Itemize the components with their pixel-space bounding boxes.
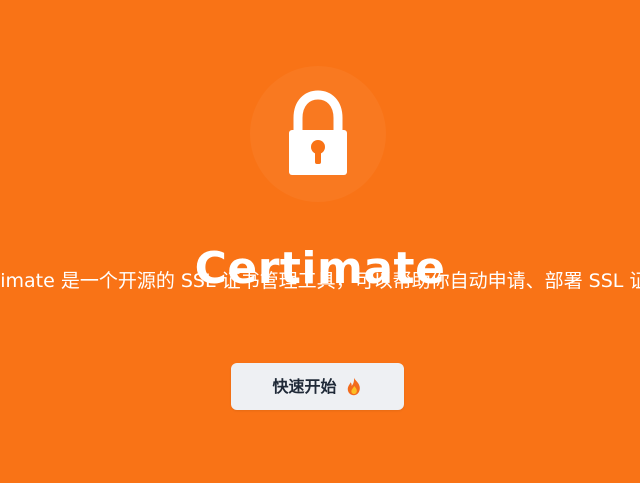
get-started-button[interactable]: 快速开始	[231, 363, 404, 410]
hero-section: Certimate Certimate 是一个开源的 SSL 证书管理工具，可以…	[0, 0, 640, 483]
fire-icon	[345, 377, 363, 397]
get-started-button-label: 快速开始	[272, 376, 337, 396]
logo	[250, 66, 386, 202]
lock-icon	[289, 90, 347, 175]
page-subtitle: Certimate 是一个开源的 SSL 证书管理工具，可以帮助你自动申请、部署…	[0, 270, 640, 292]
